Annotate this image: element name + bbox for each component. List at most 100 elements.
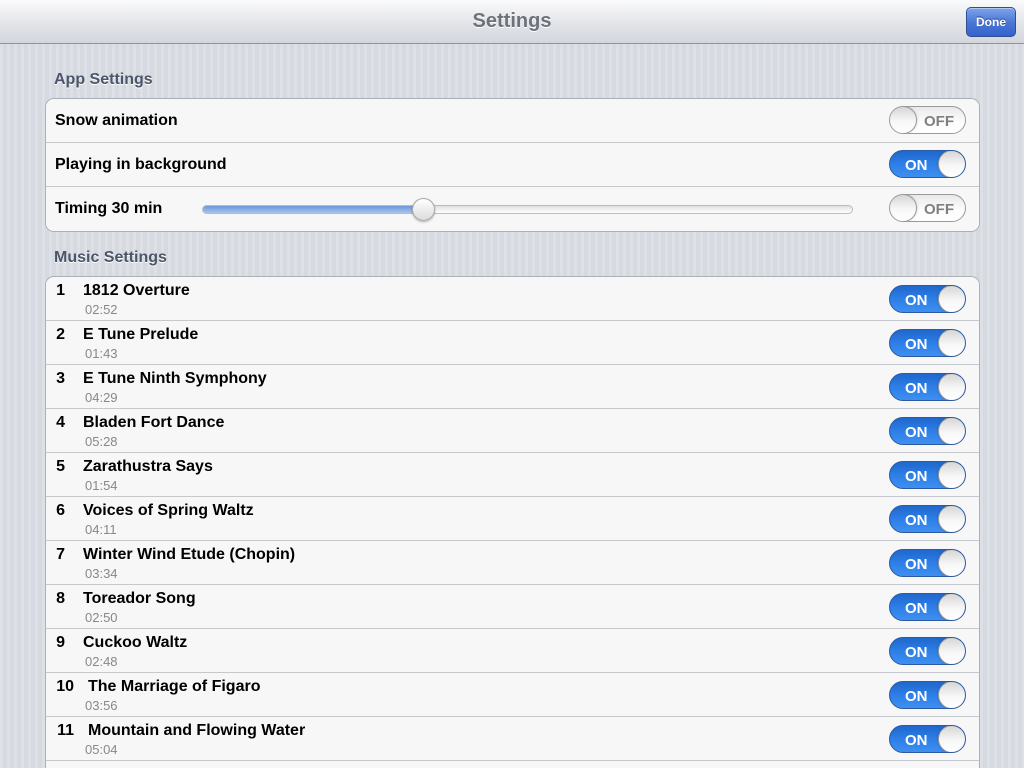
timing-label: Timing 30 min [55, 200, 163, 217]
track-row: 5 Zarathustra Says 01:54 ON [46, 453, 979, 497]
track-switch[interactable]: ON [889, 505, 966, 533]
track-duration: 04:29 [85, 390, 118, 405]
track-switch[interactable]: ON [889, 373, 966, 401]
done-button[interactable]: Done [966, 7, 1016, 37]
snow-animation-row: Snow animation OFF [46, 99, 979, 143]
switch-state-text: ON [905, 512, 928, 529]
switch-state-text: ON [905, 424, 928, 441]
switch-knob [938, 506, 965, 532]
switch-state-text: ON [905, 688, 928, 705]
track-switch[interactable]: ON [889, 681, 966, 709]
track-number: 7 [56, 546, 65, 563]
switch-state-text: ON [905, 556, 928, 573]
playing-background-switch[interactable]: ON [889, 150, 966, 178]
track-title: E Tune Prelude [83, 326, 199, 343]
switch-knob [938, 594, 965, 620]
track-row: 2 E Tune Prelude 01:43 ON [46, 321, 979, 365]
switch-state-text: ON [905, 380, 928, 397]
snow-animation-switch[interactable]: OFF [889, 106, 966, 134]
playing-background-label: Playing in background [55, 156, 227, 173]
track-title: Bladen Fort Dance [83, 414, 225, 431]
track-number: 4 [56, 414, 65, 431]
track-row: 4 Bladen Fort Dance 05:28 ON [46, 409, 979, 453]
track-row: 11 Mountain and Flowing Water 05:04 ON [46, 717, 979, 761]
music-settings-header: Music Settings [54, 249, 167, 266]
switch-state-text: OFF [924, 201, 954, 218]
switch-knob [938, 374, 965, 400]
track-number: 3 [56, 370, 65, 387]
timing-switch[interactable]: OFF [889, 194, 966, 222]
track-switch[interactable]: ON [889, 637, 966, 665]
track-row: 9 Cuckoo Waltz 02:48 ON [46, 629, 979, 673]
track-title: Zarathustra Says [83, 458, 213, 475]
switch-knob [938, 286, 965, 312]
track-title: Cuckoo Waltz [83, 634, 188, 651]
track-switch[interactable]: ON [889, 329, 966, 357]
track-duration: 05:28 [85, 434, 118, 449]
track-row: 6 Voices of Spring Waltz 04:11 ON [46, 497, 979, 541]
switch-knob [938, 638, 965, 664]
track-number: 9 [56, 634, 65, 651]
track-row: 7 Winter Wind Etude (Chopin) 03:34 ON [46, 541, 979, 585]
track-number: 1 [56, 282, 65, 299]
track-switch[interactable]: ON [889, 417, 966, 445]
timing-row: Timing 30 min OFF [46, 187, 979, 231]
track-switch[interactable]: ON [889, 725, 966, 753]
timing-slider-thumb[interactable] [412, 198, 436, 221]
track-switch[interactable]: ON [889, 461, 966, 489]
switch-state-text: ON [905, 732, 928, 749]
track-number: 8 [56, 590, 65, 607]
track-duration: 03:56 [85, 698, 118, 713]
switch-knob [890, 195, 917, 221]
switch-knob [938, 462, 965, 488]
track-number: 6 [56, 502, 65, 519]
track-title: Voices of Spring Waltz [83, 502, 254, 519]
track-title: 1812 Overture [83, 282, 190, 299]
track-duration: 05:04 [85, 742, 118, 757]
switch-state-text: ON [905, 292, 928, 309]
track-title: The Marriage of Figaro [88, 678, 261, 695]
switch-knob [938, 682, 965, 708]
app-settings-group: Snow animation OFF Playing in background… [45, 98, 980, 232]
snow-animation-label: Snow animation [55, 112, 178, 129]
track-duration: 02:52 [85, 302, 118, 317]
track-number: 11 [57, 722, 74, 739]
switch-state-text: OFF [924, 113, 954, 130]
track-duration: 03:34 [85, 566, 118, 581]
track-switch[interactable]: ON [889, 549, 966, 577]
track-number: 2 [56, 326, 65, 343]
switch-state-text: ON [905, 468, 928, 485]
switch-knob [938, 418, 965, 444]
switch-state-text: ON [905, 644, 928, 661]
track-duration: 01:43 [85, 346, 118, 361]
track-duration: 02:50 [85, 610, 118, 625]
timing-slider-fill [203, 206, 425, 213]
track-row: 8 Toreador Song 02:50 ON [46, 585, 979, 629]
track-duration: 04:11 [85, 522, 117, 537]
track-switch[interactable]: ON [889, 285, 966, 313]
timing-slider-track[interactable] [202, 205, 853, 214]
track-duration: 02:48 [85, 654, 118, 669]
track-row [46, 761, 979, 768]
track-row: 3 E Tune Ninth Symphony 04:29 ON [46, 365, 979, 409]
playing-background-row: Playing in background ON [46, 143, 979, 187]
music-settings-group: 1 1812 Overture 02:52 ON 2 E Tune Prelude 01:4… [45, 276, 980, 768]
track-number: 10 [56, 678, 74, 695]
track-row: 1 1812 Overture 02:52 ON [46, 277, 979, 321]
switch-knob [938, 330, 965, 356]
track-title: Toreador Song [83, 590, 196, 607]
track-switch[interactable]: ON [889, 593, 966, 621]
app-settings-header: App Settings [54, 71, 153, 88]
switch-knob [890, 107, 917, 133]
track-title: Mountain and Flowing Water [88, 722, 306, 739]
switch-state-text: ON [905, 157, 928, 174]
switch-knob [938, 726, 965, 752]
switch-knob [938, 151, 965, 177]
track-title: E Tune Ninth Symphony [83, 370, 267, 387]
track-title: Winter Wind Etude (Chopin) [83, 546, 296, 563]
track-row: 10 The Marriage of Figaro 03:56 ON [46, 673, 979, 717]
track-duration: 01:54 [85, 478, 118, 493]
switch-state-text: ON [905, 600, 928, 617]
switch-knob [938, 550, 965, 576]
navigation-bar: Settings Done [0, 0, 1024, 44]
